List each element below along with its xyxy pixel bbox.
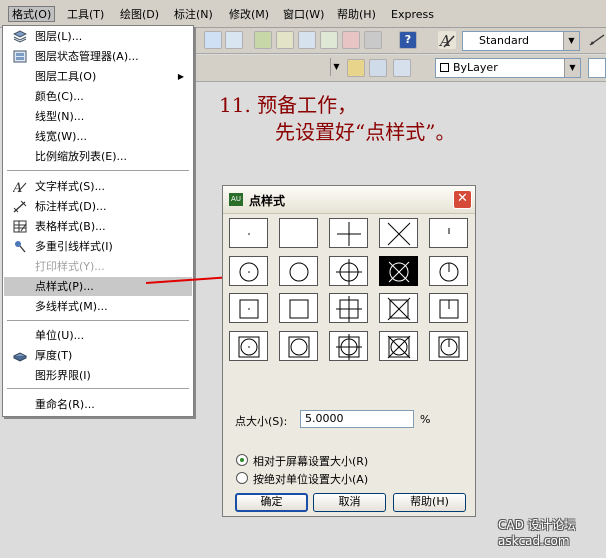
point-style-option-selected[interactable] [379, 256, 418, 286]
point-style-option[interactable] [379, 331, 418, 361]
cancel-button[interactable]: 取消 [313, 493, 386, 512]
point-style-option[interactable] [279, 331, 318, 361]
dialog-title-bar: AU 点样式 ✕ [223, 186, 475, 214]
point-style-option[interactable] [329, 218, 368, 248]
absolute-size-label[interactable]: 按绝对单位设置大小(A) [253, 471, 368, 487]
point-style-option[interactable] [279, 256, 318, 286]
watermark-line-1: CAD 设计论坛 [498, 518, 576, 532]
point-style-option[interactable] [429, 331, 468, 361]
point-style-option[interactable] [329, 331, 368, 361]
absolute-size-radio[interactable] [236, 472, 248, 484]
point-style-option[interactable] [229, 256, 268, 286]
point-style-dialog: AU 点样式 ✕ 点大小(S): 5.0000 % 相对于屏幕设置大小(R) 按… [222, 185, 476, 517]
dialog-title: 点样式 [249, 194, 286, 208]
relative-size-radio[interactable] [236, 454, 248, 466]
point-style-option[interactable] [329, 256, 368, 286]
point-style-option[interactable] [329, 293, 368, 323]
ok-button[interactable]: 确定 [235, 493, 308, 512]
point-style-option[interactable] [229, 331, 268, 361]
point-style-option[interactable] [279, 218, 318, 248]
point-style-option[interactable] [229, 293, 268, 323]
point-style-option[interactable] [429, 256, 468, 286]
point-style-option[interactable] [379, 218, 418, 248]
site-watermark: CAD 设计论坛 askcad.com [498, 517, 576, 549]
point-size-input[interactable]: 5.0000 [300, 410, 414, 428]
relative-size-label[interactable]: 相对于屏幕设置大小(R) [253, 453, 368, 469]
point-size-label: 点大小(S): [235, 415, 288, 428]
point-style-option[interactable] [429, 293, 468, 323]
point-style-option[interactable] [379, 293, 418, 323]
point-style-option[interactable] [429, 218, 468, 248]
help-button[interactable]: 帮助(H) [393, 493, 466, 512]
point-style-option[interactable] [279, 293, 318, 323]
point-size-unit: % [420, 413, 431, 426]
watermark-line-2: askcad.com [498, 534, 570, 548]
close-icon[interactable]: ✕ [453, 190, 472, 209]
point-style-option[interactable] [229, 218, 268, 248]
autocad-app-icon: AU [229, 193, 243, 206]
